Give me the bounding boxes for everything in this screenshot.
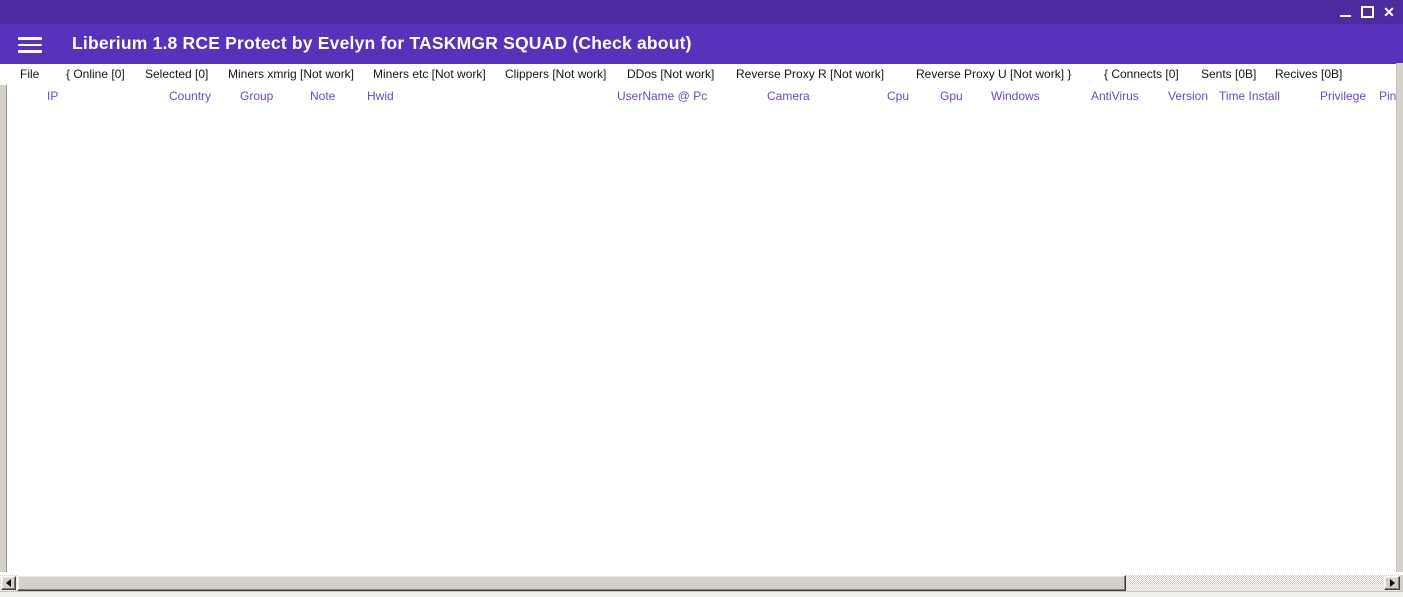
maximize-button[interactable] [1356,0,1378,24]
column-header[interactable]: Version [1168,85,1208,108]
close-button[interactable]: ✕ [1378,0,1400,24]
titlebar-top-strip [0,0,1403,24]
triangle-right-icon [1390,579,1395,587]
client-list-area [8,108,1396,575]
menu-item[interactable]: File [20,64,39,86]
menu-item[interactable]: Miners etc [Not work] [373,64,486,86]
close-icon: ✕ [1383,5,1395,19]
hamburger-menu-button[interactable] [18,37,42,53]
column-header[interactable]: IP [47,85,58,108]
column-header[interactable]: Windows [991,85,1040,108]
listview-column-headers: IP Country Group Note Hwid UserName @ Pc Camer… [0,85,1396,108]
left-edge-strip [0,85,7,572]
window-title: Liberium 1.8 RCE Protect by Evelyn for T… [72,24,692,63]
menu-item[interactable]: { Connects [0] [1104,64,1179,86]
app-window: ✕ Liberium 1.8 RCE Protect by Evelyn for… [0,0,1403,597]
menu-item[interactable]: Sents [0B] [1201,64,1256,86]
column-header[interactable]: Time Install [1219,85,1280,108]
menu-bar: File { Online [0] Selected [0] Miners xmrig… [0,63,1396,86]
menu-item[interactable]: { Online [0] [66,64,125,86]
column-header[interactable]: Country [169,85,211,108]
menu-item[interactable]: Selected [0] [145,64,208,86]
hamburger-icon [18,44,42,47]
column-header[interactable]: Gpu [940,85,963,108]
menu-item[interactable]: Reverse Proxy U [Not work] } [916,64,1071,86]
bottom-window-band [0,591,1403,597]
column-header[interactable]: Privilege [1320,85,1366,108]
maximize-icon [1361,6,1374,18]
column-header[interactable]: Hwid [367,85,394,108]
menu-item[interactable]: Recives [0B] [1275,64,1342,86]
horizontal-scrollbar [0,575,1403,591]
column-header[interactable]: Camera [767,85,810,108]
scrollbar-right-button[interactable] [1384,576,1400,590]
scrollbar-thumb[interactable] [17,575,1126,591]
triangle-left-icon [6,579,11,587]
minimize-button[interactable] [1334,0,1356,24]
menu-item[interactable]: Reverse Proxy R [Not work] [736,64,884,86]
minimize-icon [1340,15,1351,18]
right-edge-strip [1396,63,1403,572]
hamburger-icon [18,37,42,40]
column-header[interactable]: AntiVirus [1091,85,1139,108]
column-header[interactable]: UserName @ Pc [617,85,707,108]
scrollbar-left-button[interactable] [1,576,16,590]
hamburger-icon [18,50,42,53]
column-header[interactable]: Group [240,85,273,108]
column-header[interactable]: Cpu [887,85,909,108]
menu-item[interactable]: DDos [Not work] [627,64,714,86]
menu-item[interactable]: Clippers [Not work] [505,64,606,86]
column-header[interactable]: Note [310,85,335,108]
menu-item[interactable]: Miners xmrig [Not work] [228,64,354,86]
